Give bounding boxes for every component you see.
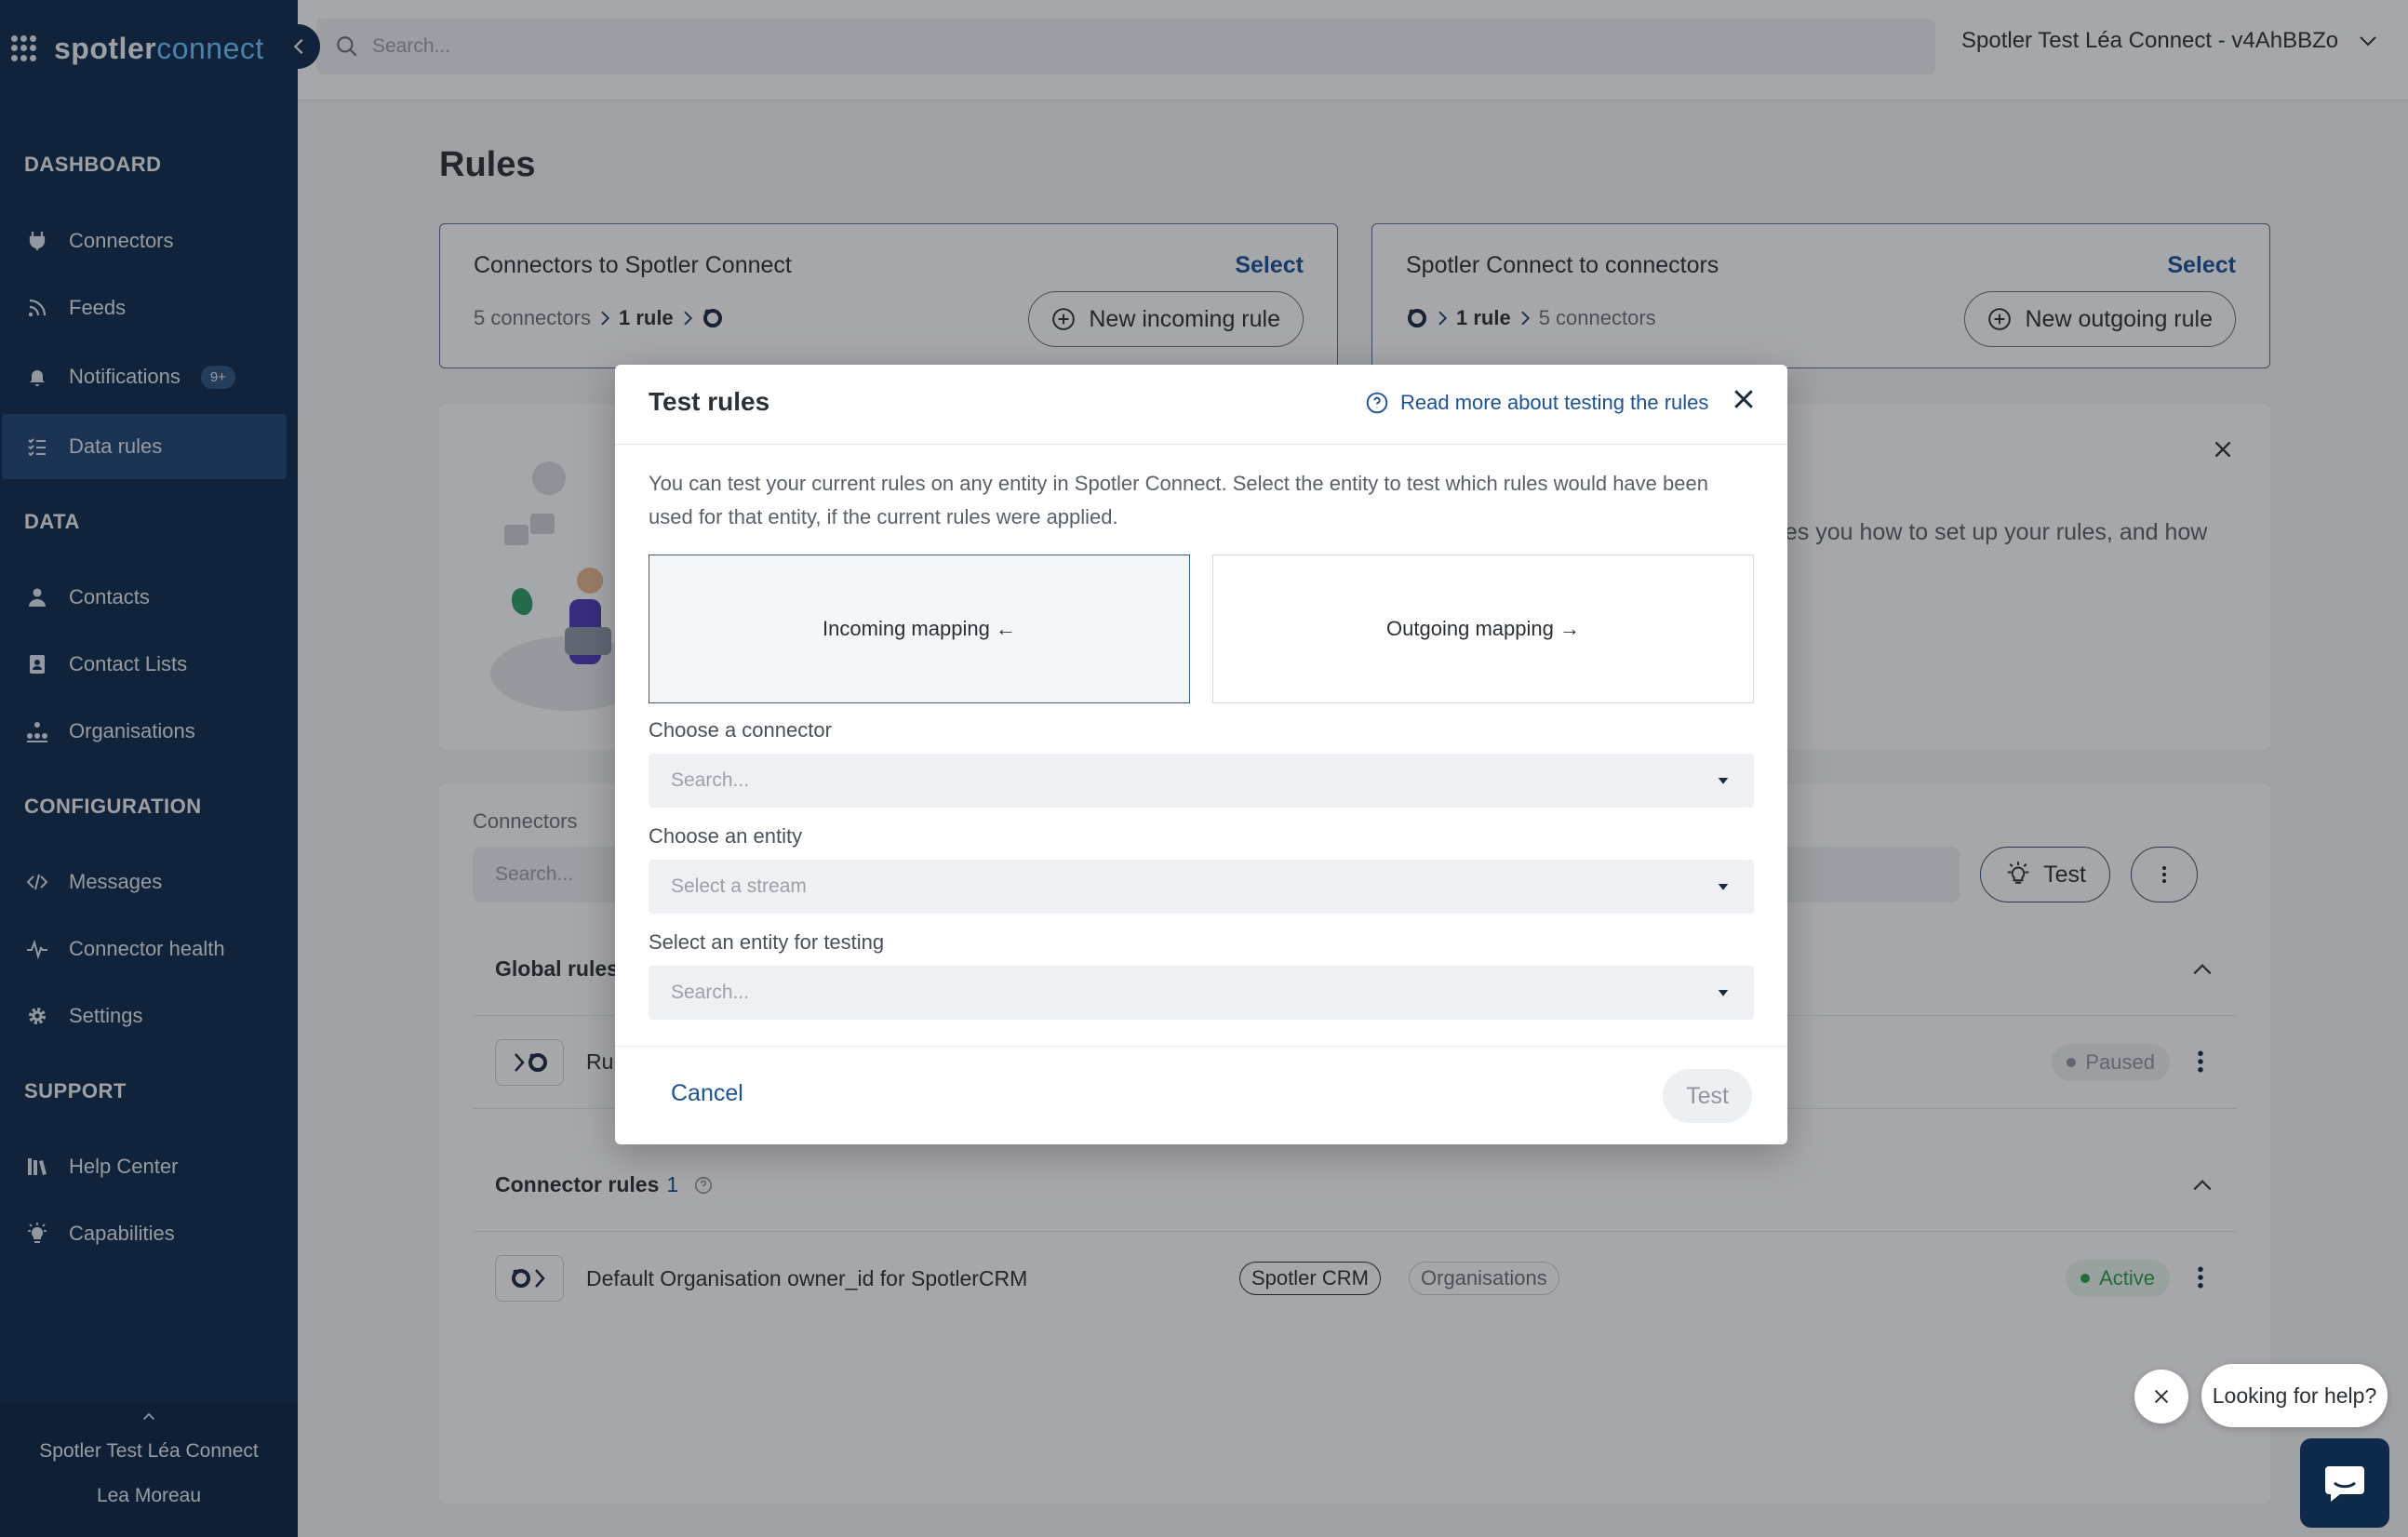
close-icon[interactable] (1730, 385, 1758, 413)
caret-down-icon (1718, 778, 1729, 784)
entity-select[interactable]: Select a stream (649, 860, 1754, 914)
chat-icon (2325, 1466, 2364, 1502)
chat-launcher-button[interactable] (2300, 1438, 2389, 1528)
help-circle-icon (1366, 392, 1388, 414)
dialog-description: You can test your current rules on any e… (649, 472, 1708, 528)
testing-entity-label: Select an entity for testing (649, 930, 885, 954)
dialog-footer: Cancel Test (615, 1046, 1787, 1144)
caret-down-icon (1718, 990, 1729, 996)
select-placeholder: Select a stream (671, 875, 807, 897)
link-label: Read more about testing the rules (1400, 391, 1709, 414)
select-placeholder: Search... (671, 769, 750, 791)
connector-select[interactable]: Search... (649, 754, 1754, 808)
entity-label: Choose an entity (649, 824, 803, 848)
dialog-header: Test rules Read more about testing the r… (615, 365, 1787, 445)
testing-entity-select[interactable]: Search... (649, 966, 1754, 1020)
dismiss-help-button[interactable] (2134, 1370, 2188, 1423)
close-icon (2154, 1389, 2169, 1404)
run-test-button[interactable]: Test (1663, 1069, 1752, 1123)
read-more-link[interactable]: Read more about testing the rules (1365, 391, 1708, 415)
outgoing-mapping-option[interactable]: Outgoing mapping → (1212, 555, 1754, 703)
cancel-button[interactable]: Cancel (671, 1080, 743, 1107)
test-rules-dialog: Test rules Read more about testing the r… (615, 365, 1787, 1144)
select-placeholder: Search... (671, 982, 750, 1003)
connector-label: Choose a connector (649, 718, 832, 742)
help-bubble[interactable]: Looking for help? (2201, 1364, 2388, 1427)
incoming-mapping-option[interactable]: Incoming mapping ← (649, 555, 1190, 703)
dialog-title: Test rules (649, 387, 770, 416)
caret-down-icon (1718, 884, 1729, 890)
